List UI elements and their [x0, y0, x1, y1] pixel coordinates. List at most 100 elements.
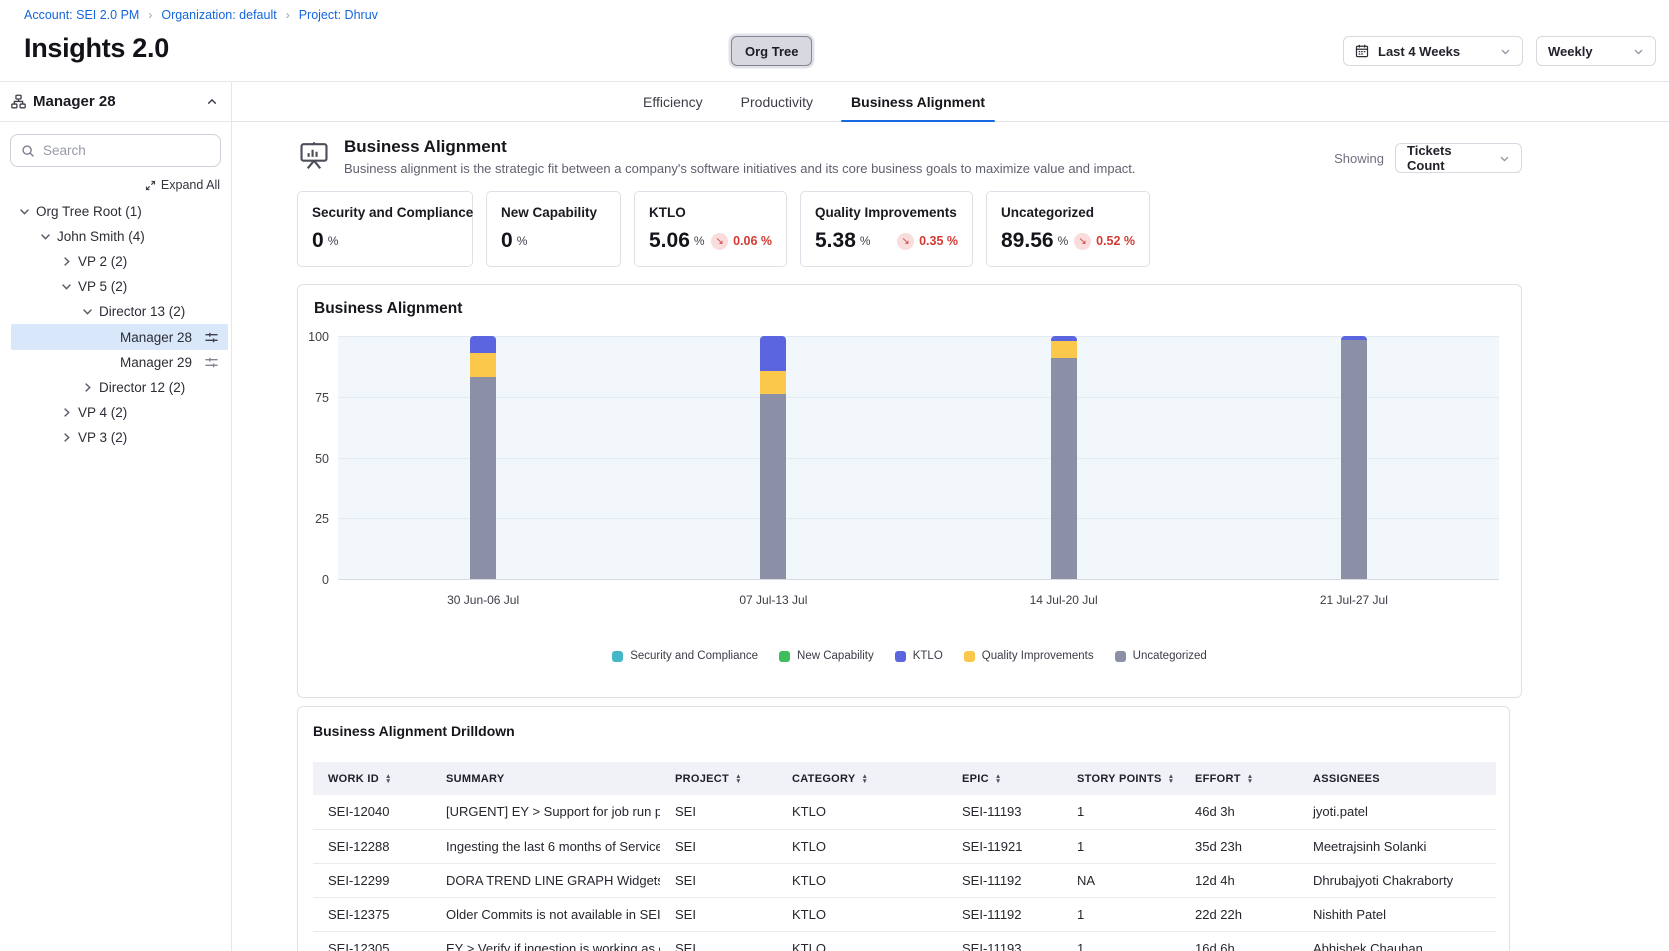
- table-row[interactable]: SEI-12288Ingesting the last 6 months of …: [313, 829, 1496, 863]
- sliders-icon[interactable]: [204, 355, 219, 370]
- tab-business-alignment[interactable]: Business Alignment: [845, 82, 991, 121]
- granularity-select[interactable]: Weekly: [1536, 36, 1656, 66]
- cell-epic: SEI-11192: [947, 863, 1062, 897]
- column-header-epic[interactable]: EPIC ▲▼: [947, 762, 1062, 795]
- column-label: ASSIGNEES: [1313, 773, 1380, 785]
- chart-bar-3[interactable]: [1051, 336, 1077, 579]
- metric-value: 0: [501, 229, 513, 253]
- trend-badge: ↘0.35 %: [897, 233, 958, 250]
- breadcrumb-link[interactable]: Account: SEI 2.0 PM: [24, 8, 139, 22]
- table-row[interactable]: SEI-12305EY > Verify if ingestion is wor…: [313, 931, 1496, 951]
- section-description: Business alignment is the strategic fit …: [344, 161, 1136, 176]
- tree-item-label: VP 5 (2): [78, 279, 127, 294]
- search-input[interactable]: [43, 143, 220, 158]
- sliders-icon[interactable]: [204, 330, 219, 345]
- column-label: SUMMARY: [446, 773, 505, 785]
- table-body: SEI-12040[URGENT] EY > Support for job r…: [313, 795, 1496, 951]
- cell-summary: Older Commits is not available in SEI - …: [431, 897, 660, 931]
- showing-value: Tickets Count: [1407, 143, 1490, 173]
- column-label: EPIC: [962, 773, 989, 785]
- drilldown-title: Business Alignment Drilldown: [313, 723, 1494, 739]
- tree-item-label: Director 12 (2): [99, 380, 185, 395]
- top-header: Account: SEI 2.0 PM › Organization: defaul…: [0, 0, 1669, 81]
- chart-bar-1[interactable]: [470, 336, 496, 579]
- org-tree-button[interactable]: Org Tree: [731, 36, 812, 66]
- chevron-down-icon: [1633, 46, 1644, 57]
- column-header-project[interactable]: PROJECT▲▼: [660, 762, 777, 795]
- breadcrumb-separator: ›: [148, 8, 152, 22]
- cell-story-points: NA: [1062, 863, 1180, 897]
- tree-item-label: John Smith (4): [57, 229, 145, 244]
- tree-item-vp-3-2[interactable]: VP 3 (2): [11, 425, 228, 450]
- metric-card-new-capability[interactable]: New Capability0%: [486, 191, 621, 267]
- sort-icon[interactable]: ▲▼: [735, 774, 742, 784]
- legend-item-ktlo[interactable]: KTLO: [895, 650, 943, 662]
- breadcrumb-link[interactable]: Project: Dhruv: [299, 8, 378, 22]
- org-tree: Org Tree Root (1) John Smith (4) VP 2 (2) V…: [0, 199, 231, 450]
- cell-epic: SEI-11192: [947, 897, 1062, 931]
- bar-segment-uncategorized: [1341, 340, 1367, 579]
- tree-item-org-tree-root-1[interactable]: Org Tree Root (1): [11, 199, 228, 224]
- column-header-work-id[interactable]: WORK ID▲▼: [313, 762, 431, 795]
- metric-title: Uncategorized: [1001, 205, 1135, 220]
- tree-item-vp-5-2[interactable]: VP 5 (2): [11, 274, 228, 299]
- chart-bar-2[interactable]: [760, 336, 786, 579]
- metric-card-uncategorized[interactable]: Uncategorized89.56%↘0.52 %: [986, 191, 1150, 267]
- table-row[interactable]: SEI-12299DORA TREND LINE GRAPH Widgets i…: [313, 863, 1496, 897]
- sort-icon[interactable]: ▲▼: [862, 774, 869, 784]
- chevron-down-icon: [1499, 153, 1510, 164]
- sort-icon[interactable]: ▲▼: [385, 774, 392, 784]
- tree-item-manager-28[interactable]: Manager 28: [11, 324, 228, 350]
- gridline: [338, 397, 1499, 398]
- column-header-story-points[interactable]: STORY POINTS ▲▼: [1062, 762, 1180, 795]
- tree-item-director-12-2[interactable]: Director 12 (2): [11, 375, 228, 400]
- column-header-category[interactable]: CATEGORY▲▼: [777, 762, 947, 795]
- tree-item-john-smith-4[interactable]: John Smith (4): [11, 224, 228, 249]
- legend-item-new-capability[interactable]: New Capability: [779, 650, 874, 662]
- trend-down-icon: ↘: [897, 233, 914, 250]
- cell-project: SEI: [660, 829, 777, 863]
- cell-work-id: SEI-12299: [313, 863, 431, 897]
- cell-work-id: SEI-12305: [313, 931, 431, 951]
- chart-bar-4[interactable]: [1341, 336, 1367, 579]
- metric-title: Quality Improvements: [815, 205, 958, 220]
- metric-card-quality-improvements[interactable]: Quality Improvements5.38%↘0.35 %: [800, 191, 973, 267]
- date-range-select[interactable]: Last 4 Weeks: [1343, 36, 1523, 66]
- tree-item-vp-2-2[interactable]: VP 2 (2): [11, 249, 228, 274]
- expand-all-icon: [145, 180, 156, 191]
- tab-productivity[interactable]: Productivity: [735, 82, 819, 121]
- column-label: STORY POINTS: [1077, 773, 1162, 785]
- table-row[interactable]: SEI-12375Older Commits is not available …: [313, 897, 1496, 931]
- legend-item-quality-improvements[interactable]: Quality Improvements: [964, 650, 1094, 662]
- sort-icon[interactable]: ▲▼: [1247, 774, 1254, 784]
- tree-item-manager-29[interactable]: Manager 29: [11, 350, 228, 375]
- cell-effort: 46d 3h: [1180, 795, 1298, 829]
- search-icon: [21, 144, 35, 158]
- sort-icon[interactable]: ▲▼: [995, 774, 1002, 784]
- chevron-right-icon: [80, 381, 94, 394]
- showing-select[interactable]: Tickets Count: [1395, 143, 1522, 173]
- cell-assignees: Nishith Patel: [1298, 897, 1496, 931]
- tree-item-director-13-2[interactable]: Director 13 (2): [11, 299, 228, 324]
- column-header-effort[interactable]: EFFORT▲▼: [1180, 762, 1298, 795]
- metric-card-ktlo[interactable]: KTLO5.06%↘0.06 %: [634, 191, 787, 267]
- showing-label: Showing: [1334, 151, 1384, 166]
- breadcrumb-link[interactable]: Organization: default: [161, 8, 276, 22]
- table-row[interactable]: SEI-12040[URGENT] EY > Support for job r…: [313, 795, 1496, 829]
- expand-all-button[interactable]: Expand All: [0, 178, 220, 192]
- metric-card-security-and-compliance[interactable]: Security and Compliance0%: [297, 191, 473, 267]
- legend-item-security-and-compliance[interactable]: Security and Compliance: [612, 650, 758, 662]
- metric-title: New Capability: [501, 205, 606, 220]
- tree-item-label: Org Tree Root (1): [36, 204, 142, 219]
- table-header-row: WORK ID▲▼ SUMMARY PROJECT▲▼CATEGORY▲▼ EPIC ▲…: [313, 762, 1496, 795]
- sort-icon[interactable]: ▲▼: [1168, 774, 1175, 784]
- collapse-chevron-up-icon[interactable]: [206, 96, 218, 108]
- legend-item-uncategorized[interactable]: Uncategorized: [1115, 650, 1207, 662]
- tab-efficiency[interactable]: Efficiency: [637, 82, 709, 121]
- tree-item-vp-4-2[interactable]: VP 4 (2): [11, 400, 228, 425]
- y-axis-tick: 0: [322, 573, 329, 587]
- x-axis: 30 Jun-06 Jul07 Jul-13 Jul14 Jul-20 Jul2…: [338, 580, 1499, 610]
- sidebar-header[interactable]: Manager 28: [0, 82, 231, 122]
- trend-value: 0.06 %: [733, 234, 772, 248]
- breadcrumb-separator: ›: [286, 8, 290, 22]
